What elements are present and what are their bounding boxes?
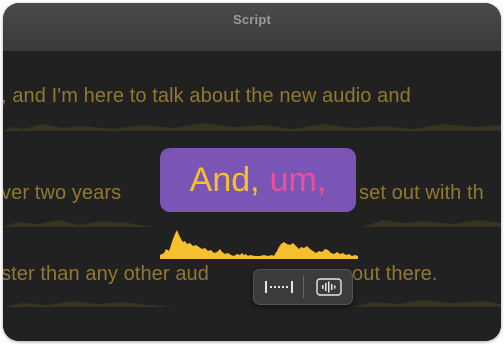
toolbar-divider [303,276,304,298]
word-and[interactable]: And, [190,163,260,197]
waveform-button[interactable] [310,275,348,299]
word-um-filler[interactable]: um, [270,163,327,197]
selection-waveform [160,230,358,259]
selected-words-highlight[interactable]: And, um, [160,148,356,212]
script-window: Script , and I'm here to talk about the … [3,3,501,341]
title-bar: Script [3,3,501,52]
waveform-icon [316,278,342,296]
trim-gap-button[interactable] [260,275,298,299]
window-title: Script [232,12,272,27]
waveform-toolbar [253,269,353,305]
trim-gap-icon [265,281,293,293]
